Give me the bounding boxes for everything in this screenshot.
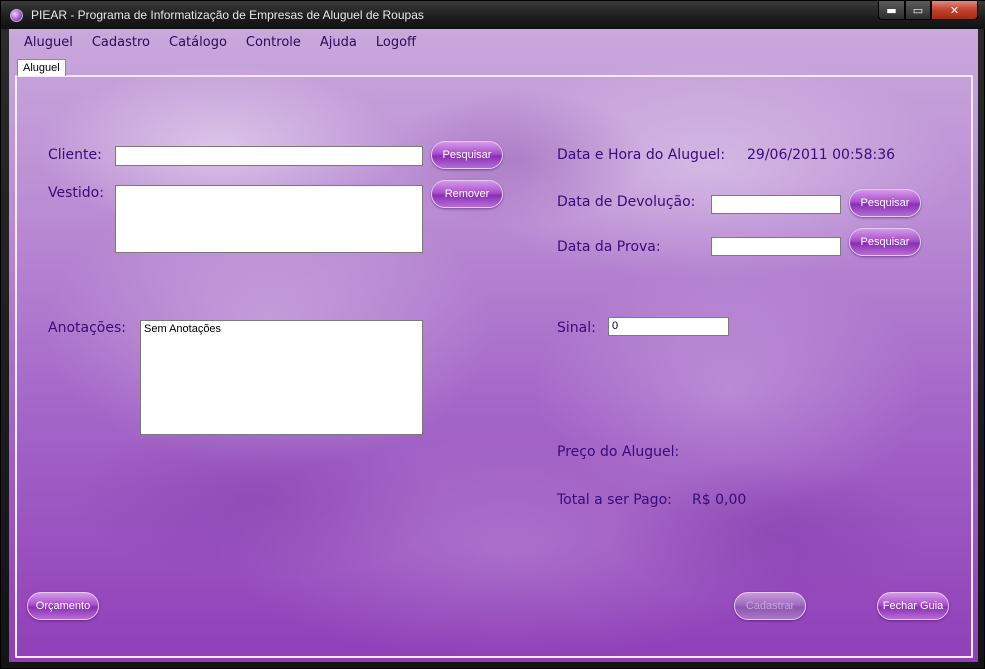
- app-icon: [10, 9, 23, 22]
- menu-bar: Aluguel Cadastro Catálogo Controle Ajuda…: [9, 29, 978, 55]
- data-hora-value: 29/06/2011 00:58:36: [747, 147, 896, 163]
- fechar-guia-button[interactable]: Fechar Guia: [877, 592, 949, 620]
- data-hora-label: Data e Hora do Aluguel:: [557, 147, 726, 163]
- title-bar[interactable]: PIEAR - Programa de Informatização de Em…: [1, 1, 985, 29]
- total-value: R$ 0,00: [692, 492, 747, 508]
- menu-ajuda[interactable]: Ajuda: [320, 35, 357, 50]
- data-prova-input[interactable]: [711, 237, 841, 256]
- menu-cadastro[interactable]: Cadastro: [92, 35, 150, 50]
- cadastrar-button[interactable]: Cadastrar: [734, 592, 806, 620]
- maximize-icon[interactable]: ▭: [905, 1, 931, 20]
- data-devolucao-input[interactable]: [711, 195, 841, 214]
- anotacoes-textarea[interactable]: Sem Anotações: [140, 320, 423, 435]
- app-window: PIEAR - Programa de Informatização de Em…: [0, 0, 985, 669]
- vestido-label: Vestido:: [48, 185, 104, 201]
- menu-catalogo[interactable]: Catálogo: [169, 35, 227, 50]
- window-title: PIEAR - Programa de Informatização de Em…: [31, 8, 424, 22]
- close-icon[interactable]: ✕: [931, 1, 978, 20]
- data-prova-label: Data da Prova:: [557, 239, 661, 255]
- data-devolucao-label: Data de Devolução:: [557, 194, 696, 210]
- vestido-list[interactable]: [115, 185, 423, 253]
- data-prova-search-button[interactable]: Pesquisar: [849, 228, 921, 256]
- sinal-label: Sinal:: [557, 320, 596, 336]
- tab-aluguel[interactable]: Aluguel: [17, 59, 66, 76]
- client-area: Aluguel Cadastro Catálogo Controle Ajuda…: [9, 29, 978, 662]
- menu-logoff[interactable]: Logoff: [376, 35, 416, 50]
- sinal-input[interactable]: 0: [608, 317, 729, 336]
- total-label: Total a ser Pago:: [557, 492, 672, 508]
- menu-controle[interactable]: Controle: [246, 35, 301, 50]
- cliente-input[interactable]: [115, 146, 423, 166]
- anotacoes-label: Anotações:: [48, 320, 126, 336]
- menu-aluguel[interactable]: Aluguel: [24, 35, 73, 50]
- cliente-search-button[interactable]: Pesquisar: [431, 141, 503, 169]
- cliente-label: Cliente:: [48, 147, 102, 163]
- data-devolucao-search-button[interactable]: Pesquisar: [849, 189, 921, 217]
- orcamento-button[interactable]: Orçamento: [27, 592, 99, 620]
- remover-button[interactable]: Remover: [431, 180, 503, 208]
- preco-label: Preço do Aluguel:: [557, 444, 680, 460]
- window-controls: ▬ ▭ ✕: [878, 1, 978, 21]
- minimize-icon[interactable]: ▬: [878, 1, 905, 20]
